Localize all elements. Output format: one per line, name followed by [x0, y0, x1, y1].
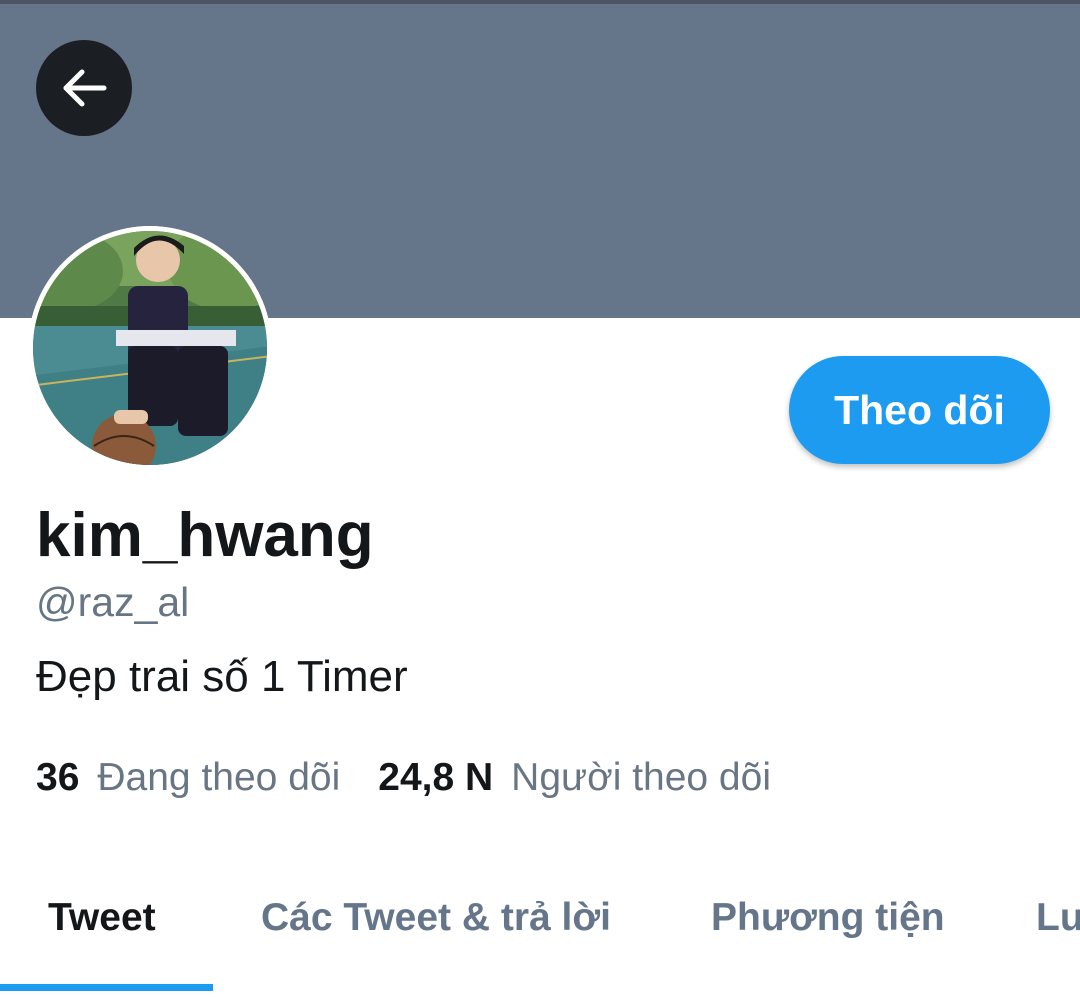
followers-label: Người theo dõi — [511, 756, 771, 799]
tab-tweet[interactable]: Tweet — [48, 858, 156, 978]
avatar[interactable] — [28, 226, 272, 470]
followers-count: 24,8 N — [378, 756, 494, 799]
user-handle: @raz_al — [36, 579, 190, 625]
profile-tabs: Tweet Các Tweet & trả lời Phương tiện Lư… — [0, 858, 1080, 997]
tab-likes[interactable]: Lượt thích — [1036, 858, 1080, 978]
followers-stat[interactable]: 24,8 N Người theo dõi — [378, 756, 771, 800]
display-name: kim_hwang — [36, 501, 374, 570]
tab-tweets-and-replies[interactable]: Các Tweet & trả lời — [261, 858, 611, 978]
back-button[interactable] — [36, 40, 132, 136]
profile-page: Theo dõi kim_hwang @raz_al Đẹp trai số 1… — [0, 0, 1080, 997]
active-tab-indicator — [0, 984, 213, 991]
follow-button[interactable]: Theo dõi — [789, 356, 1050, 464]
tab-media[interactable]: Phương tiện — [711, 858, 945, 978]
following-stat[interactable]: 36 Đang theo dõi — [36, 756, 340, 800]
arrow-left-icon — [63, 69, 107, 107]
user-bio: Đẹp trai số 1 Timer — [36, 652, 408, 701]
follow-stats: 36 Đang theo dõi 24,8 N Người theo dõi — [36, 752, 771, 804]
profile-photo — [28, 226, 272, 470]
following-count: 36 — [36, 756, 80, 799]
following-label: Đang theo dõi — [97, 756, 341, 799]
